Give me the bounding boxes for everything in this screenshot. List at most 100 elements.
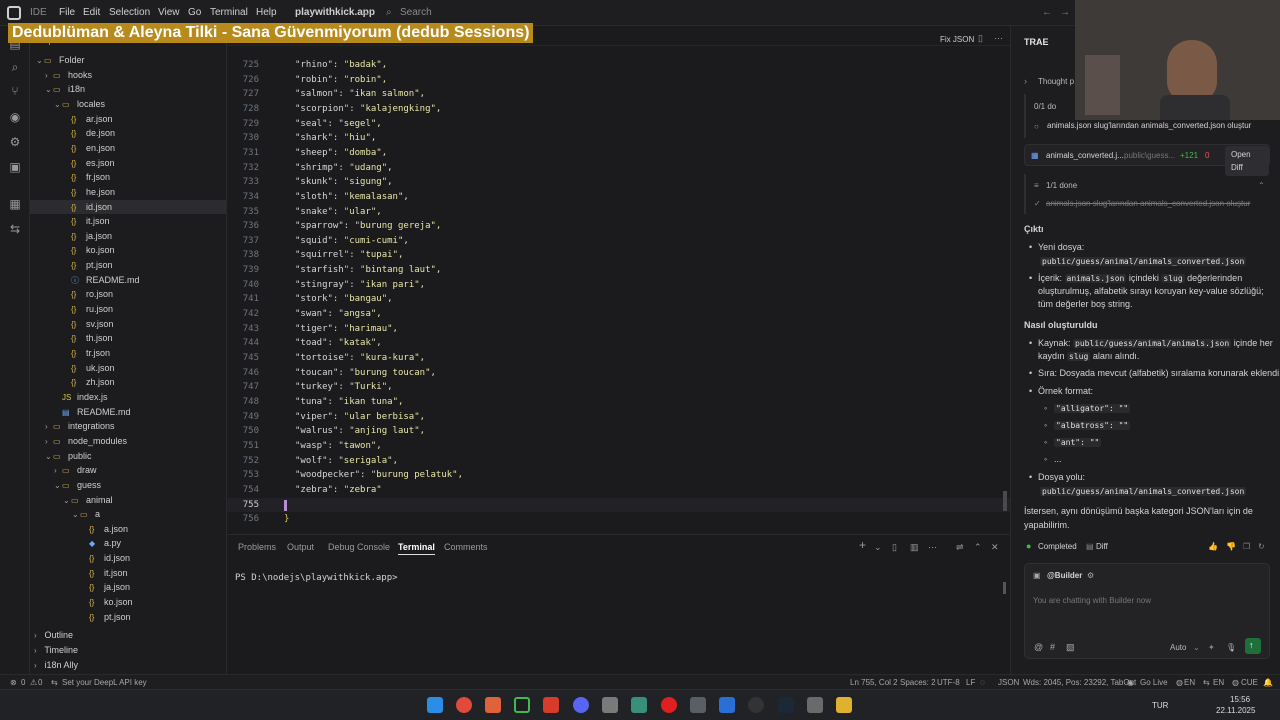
tree-file[interactable]: {} th.json — [30, 331, 226, 345]
word-count[interactable]: Wds: 2045, Pos: 23292, TabOut — [1023, 678, 1136, 687]
code-line[interactable]: 727 "salmon": "ikan salmon", — [227, 87, 1010, 102]
split-terminal-icon[interactable]: ▯ — [892, 542, 897, 553]
code-line[interactable]: 735 "snake": "ular", — [227, 205, 1010, 220]
tree-file[interactable]: ◆ a.py — [30, 536, 226, 550]
terminal-scrollbar[interactable] — [1003, 582, 1006, 594]
tree-folder[interactable]: ⌄▭ i18n — [30, 82, 226, 96]
tree-folder[interactable]: ⌄▭ guess — [30, 478, 226, 492]
outlook-icon[interactable] — [719, 697, 735, 713]
bell-icon[interactable]: 🔔 — [1263, 678, 1273, 687]
microphone-icon[interactable]: 🎙 — [1226, 641, 1236, 654]
tab-comments[interactable]: Comments — [444, 542, 488, 552]
encoding[interactable]: UTF-8 — [937, 678, 960, 687]
code-line[interactable]: 729 "seal": "segel", — [227, 117, 1010, 132]
tab-problems[interactable]: Problems — [238, 542, 276, 552]
tree-file[interactable]: {} ja.json — [30, 229, 226, 243]
mention-icon[interactable]: @ — [1034, 641, 1043, 654]
sparkle-icon[interactable]: ✦ — [1208, 641, 1215, 654]
discord-icon[interactable] — [573, 697, 589, 713]
warning-count[interactable]: 0 — [38, 678, 42, 687]
menu-go[interactable]: Go — [188, 7, 201, 18]
translate-icon[interactable]: ⇆ — [7, 221, 23, 237]
tree-folder[interactable]: › ▭ draw — [30, 463, 226, 477]
chevron-down-icon[interactable]: ⌄ — [362, 7, 370, 18]
deepl-notice[interactable]: Set your DeepL API key — [62, 678, 147, 687]
more-icon[interactable]: ⋯ — [994, 33, 1003, 44]
locale[interactable]: EN — [1184, 678, 1195, 687]
tree-file[interactable]: {} it.json — [30, 214, 226, 228]
tree-file[interactable]: {} ro.json — [30, 287, 226, 301]
back-arrow-icon[interactable]: ← — [1042, 7, 1052, 18]
section-outline[interactable]: › Outline — [30, 628, 226, 642]
section-timeline[interactable]: › Timeline — [30, 643, 226, 657]
chat-input-box[interactable]: ▣ @Builder ⚙ You are chatting with Build… — [1024, 563, 1270, 659]
tree-file[interactable]: {} id.json — [30, 199, 226, 214]
indentation[interactable]: Spaces: 2 — [900, 678, 936, 687]
fix-json-button[interactable]: Fix JSON — [940, 35, 974, 44]
split-editor-icon[interactable]: ▯ — [978, 33, 983, 44]
tab-debug-console[interactable]: Debug Console — [328, 542, 390, 552]
file-change-card[interactable]: ▦ animals_converted.j... public\guess...… — [1024, 144, 1270, 176]
code-line[interactable]: 748 "tuna": "ikan tuna", — [227, 395, 1010, 410]
chat-input[interactable]: You are chatting with Builder now — [1033, 594, 1151, 607]
cursor-position[interactable]: Ln 755, Col 2 — [850, 678, 898, 687]
menu-view[interactable]: View — [158, 7, 180, 18]
debug-icon[interactable]: ⚙ — [7, 134, 23, 150]
tree-file[interactable]: {} en.json — [30, 141, 226, 155]
tree-folder[interactable]: ⌄▭ animal — [30, 493, 226, 507]
code-line[interactable]: 739 "starfish": "bintang laut", — [227, 263, 1010, 278]
code-line[interactable]: 752 "wolf": "serigala", — [227, 454, 1010, 469]
send-button[interactable]: ↑ — [1245, 638, 1261, 654]
code-line[interactable]: 738 "squirrel": "tupai", — [227, 248, 1010, 263]
refresh-icon[interactable]: ↻ — [1258, 540, 1265, 553]
brave-icon[interactable] — [485, 697, 501, 713]
explorer-icon[interactable] — [690, 697, 706, 713]
extensions-icon[interactable]: ▦ — [7, 196, 23, 212]
open-diff-button[interactable]: Open Diff — [1225, 146, 1269, 176]
collapse-icon[interactable]: ⌃ — [1258, 179, 1265, 192]
code-line[interactable]: 745 "tortoise": "kura-kura", — [227, 351, 1010, 366]
tree-file[interactable]: JS index.js — [30, 390, 226, 404]
remote-icon[interactable]: ▣ — [7, 159, 23, 175]
thumbs-up-icon[interactable]: 👍 — [1208, 540, 1218, 553]
code-line[interactable]: 746 "toucan": "burung toucan", — [227, 366, 1010, 381]
code-line[interactable]: 750 "walrus": "anjing laut", — [227, 424, 1010, 439]
tree-file[interactable]: {} fr.json — [30, 170, 226, 184]
filezilla-icon[interactable] — [543, 697, 559, 713]
windows-start-icon[interactable] — [427, 697, 443, 713]
terminal-prompt[interactable]: PS D:\nodejs\playwithkick.app> — [235, 573, 398, 583]
code-line[interactable]: 728 "scorpion": "kalajengking", — [227, 102, 1010, 117]
tree-file[interactable]: {} it.json — [30, 566, 226, 580]
menu-help[interactable]: Help — [256, 7, 277, 18]
source-control-icon[interactable]: ⑂ — [7, 83, 23, 99]
tree-file[interactable]: {} ja.json — [30, 580, 226, 594]
thought-toggle[interactable]: › Thought p — [1024, 74, 1076, 88]
code-line[interactable]: 731 "sheep": "domba", — [227, 146, 1010, 161]
chrome-icon[interactable] — [456, 697, 472, 713]
code-line[interactable]: 744 "toad": "katak", — [227, 336, 1010, 351]
code-line[interactable]: 736 "sparrow": "burung gereja", — [227, 219, 1010, 234]
code-line[interactable]: 747 "turkey": "Turki", — [227, 380, 1010, 395]
input-language[interactable]: TUR — [1152, 701, 1168, 710]
app-icon[interactable] — [631, 697, 647, 713]
section-i18n-ally[interactable]: › i18n Ally — [30, 658, 226, 672]
restore-icon[interactable]: ⇌ — [956, 542, 964, 553]
code-line[interactable]: 743 "tiger": "harimau", — [227, 322, 1010, 337]
diff-button[interactable]: Diff — [1096, 540, 1108, 553]
tree-file[interactable]: {} es.json — [30, 156, 226, 170]
app-icon[interactable] — [807, 697, 823, 713]
tree-file[interactable]: {} id.json — [30, 551, 226, 565]
menu-edit[interactable]: Edit — [83, 7, 100, 18]
code-line[interactable]: 742 "swan": "angsa", — [227, 307, 1010, 322]
tree-file[interactable]: {} he.json — [30, 185, 226, 199]
menu-terminal[interactable]: Terminal — [210, 7, 248, 18]
code-line[interactable]: 734 "sloth": "kemalasan", — [227, 190, 1010, 205]
close-panel-icon[interactable]: ✕ — [991, 542, 999, 553]
menu-file[interactable]: File — [59, 7, 75, 18]
line-ending[interactable]: LF — [966, 678, 975, 687]
tree-folder[interactable]: ⌄▭ public — [30, 449, 226, 463]
tree-file[interactable]: {} pt.json — [30, 610, 226, 624]
tab-terminal[interactable]: Terminal — [398, 542, 435, 555]
tree-file[interactable]: {} tr.json — [30, 346, 226, 360]
language-mode[interactable]: JSON — [998, 678, 1019, 687]
